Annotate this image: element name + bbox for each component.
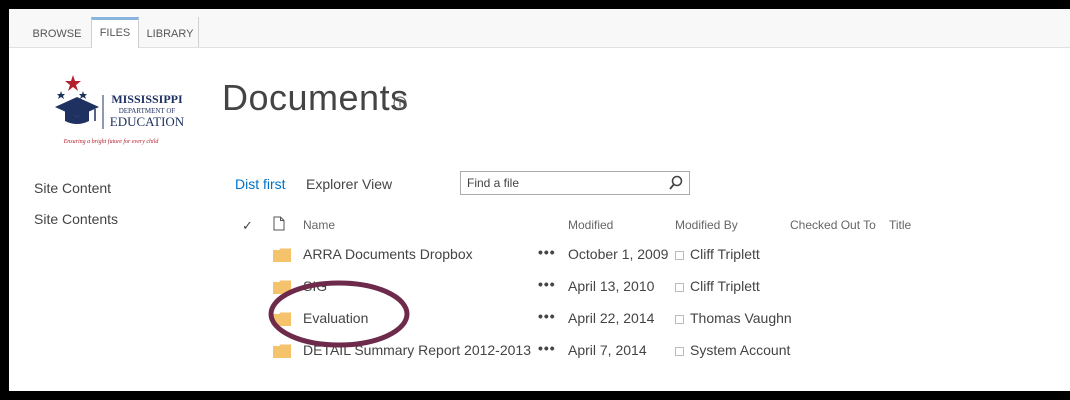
leftnav-site-content[interactable]: Site Content [34,180,111,196]
item-menu-button[interactable]: ••• [538,308,556,324]
presence-indicator [675,283,684,292]
page-title: Documents [222,77,409,118]
search-box [460,171,690,195]
logo-line3: EDUCATION [110,114,185,129]
column-header-title[interactable]: Title [889,218,911,232]
column-header-modified[interactable]: Modified [568,218,613,232]
logo-line1: MISSISSIPPI [111,92,183,106]
info-icon[interactable] [393,96,407,110]
item-modified: April 13, 2010 [568,278,655,294]
item-modified: October 1, 2009 [568,246,669,262]
item-modified: April 7, 2014 [568,342,647,358]
annotation-highlight-ellipse [268,280,410,348]
view-explorer[interactable]: Explorer View [306,176,392,192]
sharepoint-window: BROWSE FILES LIBRARY MISSISSIPPI DEPARTM… [9,9,1070,391]
select-all-checkmark[interactable]: ✓ [242,218,253,234]
search-icon[interactable] [669,175,683,191]
list-item[interactable]: Evaluation ••• April 22, 2014 Thomas Vau… [9,304,1070,334]
item-name-link[interactable]: ARRA Documents Dropbox [303,246,473,262]
item-modified-by[interactable]: Cliff Triplett [690,246,760,262]
view-dist-first[interactable]: Dist first [235,176,286,192]
ribbon-bar: BROWSE FILES LIBRARY [9,9,1070,48]
ribbon-divider [198,17,199,47]
item-modified-by[interactable]: System Account [690,342,790,358]
item-modified-by[interactable]: Thomas Vaughn [690,310,792,326]
list-item[interactable]: ARRA Documents Dropbox ••• October 1, 20… [9,240,1070,270]
column-header-checked-out-to[interactable]: Checked Out To [790,218,876,232]
column-header-name[interactable]: Name [303,218,335,232]
list-item[interactable]: SIG ••• April 13, 2010 Cliff Triplett [9,272,1070,302]
presence-indicator [675,251,684,260]
item-menu-button[interactable]: ••• [538,244,556,260]
list-item[interactable]: DETAIL Summary Report 2012-2013 ••• Apri… [9,336,1070,366]
item-menu-button[interactable]: ••• [538,276,556,292]
site-logo[interactable]: MISSISSIPPI DEPARTMENT OF EDUCATION Ensu… [33,71,193,151]
presence-indicator [675,315,684,324]
item-modified: April 22, 2014 [568,310,655,326]
folder-icon [273,248,291,262]
tab-files[interactable]: FILES [91,17,139,48]
mde-logo-graphic: MISSISSIPPI DEPARTMENT OF EDUCATION Ensu… [55,75,185,145]
presence-indicator [675,347,684,356]
item-modified-by[interactable]: Cliff Triplett [690,278,760,294]
item-menu-button[interactable]: ••• [538,340,556,356]
tab-library[interactable]: LIBRARY [142,21,198,47]
leftnav-site-contents[interactable]: Site Contents [34,211,118,227]
column-header-modified-by[interactable]: Modified By [675,218,738,232]
tab-browse[interactable]: BROWSE [29,21,85,47]
document-type-icon [273,216,285,231]
logo-tagline: Ensuring a bright future for every child [63,138,160,145]
search-input[interactable] [467,174,647,192]
